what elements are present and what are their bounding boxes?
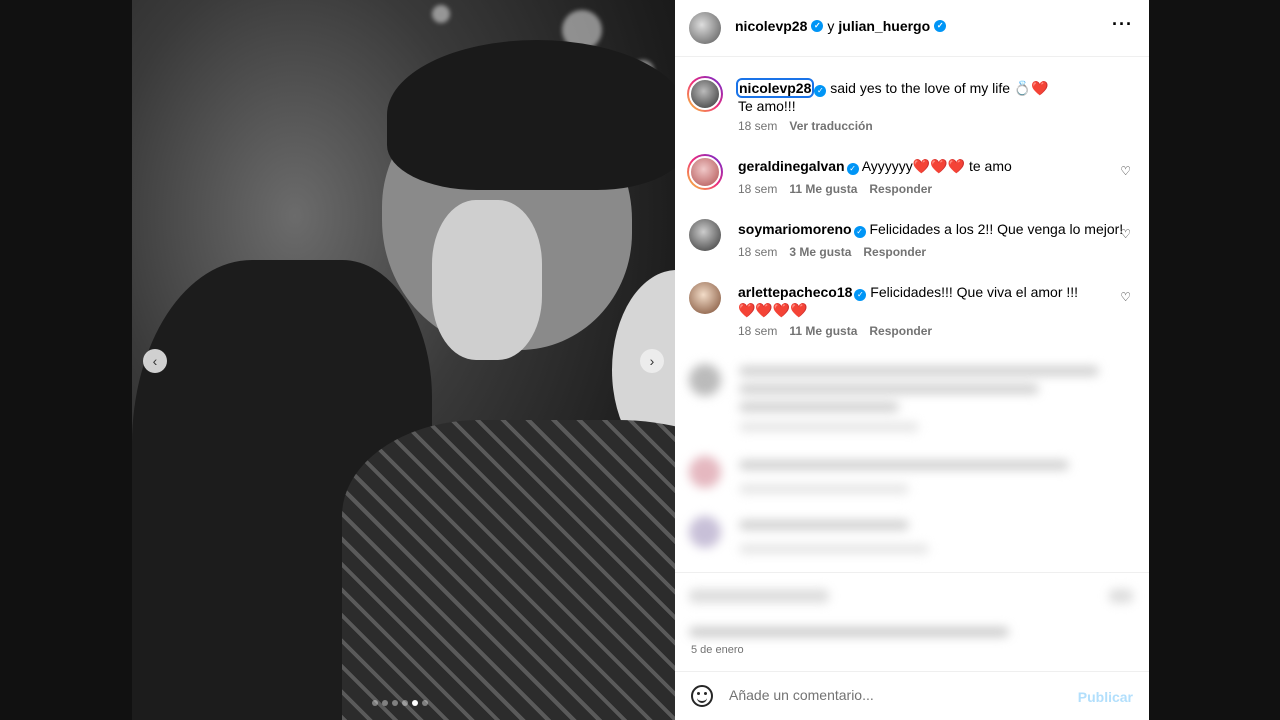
- carousel-dot: [402, 700, 408, 706]
- caption-meta: 18 sem Ver traducción: [738, 119, 873, 133]
- heart-icon[interactable]: ♡: [1120, 227, 1131, 241]
- coauthor-username[interactable]: julian_huergo: [838, 18, 930, 34]
- blurred-line: [739, 484, 909, 494]
- carousel-dot-active: [412, 700, 418, 706]
- blurred-line: [739, 366, 1099, 376]
- comment-body: Felicidades!!! Que viva el amor !!!: [866, 284, 1079, 300]
- blurred-comment: [689, 512, 1129, 562]
- woman-hand: [432, 200, 542, 360]
- heart-icon[interactable]: ♡: [1120, 164, 1131, 178]
- comment-time[interactable]: 18 sem: [738, 245, 777, 259]
- blurred-line: [689, 589, 829, 603]
- carousel-dot: [382, 700, 388, 706]
- verified-icon: ✓: [811, 20, 824, 32]
- blurred-comment: [689, 452, 1129, 502]
- caption-text: nicolevp28 ✓ said yes to the love of my l…: [735, 78, 1128, 115]
- avatar[interactable]: [689, 219, 721, 251]
- caption-body: said yes to the love of my life 💍❤️: [826, 80, 1049, 96]
- blurred-line: [739, 460, 1069, 470]
- next-photo-button[interactable]: ›: [640, 349, 664, 373]
- carousel-dots: [372, 700, 428, 706]
- reply-button[interactable]: Responder: [863, 245, 926, 259]
- comment-time[interactable]: 18 sem: [738, 324, 777, 338]
- man-hair: [387, 40, 675, 190]
- caption-username[interactable]: nicolevp28: [735, 78, 815, 98]
- comments-panel: nicolevp28 ✓ y julian_huergo ✓ ··· nicol…: [675, 0, 1149, 720]
- comment-likes[interactable]: 11 Me gusta: [789, 324, 857, 338]
- emoji-smile-icon[interactable]: [691, 685, 713, 707]
- post-photo[interactable]: [132, 0, 675, 720]
- comment-meta: 18 sem 3 Me gusta Responder: [738, 245, 926, 259]
- comment-text: geraldinegalvan ✓ Ayyyyyy❤️❤️❤️ te amo: [738, 157, 1128, 175]
- woman-sweater: [342, 420, 675, 720]
- comment-input[interactable]: [729, 687, 1069, 703]
- blurred-avatar: [689, 364, 721, 396]
- translate-link[interactable]: Ver traducción: [789, 119, 872, 133]
- avatar-image: [689, 78, 721, 110]
- comment-item: soymariomoreno ✓ Felicidades a los 2!! Qu…: [687, 217, 1137, 263]
- avatar-image: [689, 156, 721, 188]
- stage: ‹ › nicolevp28 ✓ y julian_huergo ✓ ··· n…: [0, 0, 1280, 720]
- post-date[interactable]: 5 de enero: [691, 644, 744, 656]
- comment-item: arlettepacheco18 ✓ Felicidades!!! Que viv…: [687, 280, 1137, 342]
- chevron-right-icon: ›: [649, 353, 655, 369]
- carousel-dot: [372, 700, 378, 706]
- blurred-comment: [689, 360, 1129, 440]
- comment-meta: 18 sem 11 Me gusta Responder: [738, 182, 932, 196]
- blurred-avatar: [689, 516, 721, 548]
- caption-time[interactable]: 18 sem: [738, 119, 777, 133]
- blurred-line: [689, 627, 1009, 637]
- comment-likes[interactable]: 11 Me gusta: [789, 182, 857, 196]
- post-actions: [675, 572, 1149, 670]
- blurred-actions: [689, 583, 1133, 643]
- carousel-dot: [392, 700, 398, 706]
- publish-button[interactable]: Publicar: [1078, 689, 1133, 705]
- comment-body: Ayyyyyy❤️❤️❤️ te amo: [858, 158, 1012, 174]
- verified-icon: ✓: [814, 85, 827, 97]
- reply-button[interactable]: Responder: [869, 324, 932, 338]
- avatar[interactable]: [689, 282, 721, 314]
- verified-icon: ✓: [854, 289, 867, 301]
- comment-body: Felicidades a los 2!! Que venga lo mejor…: [865, 221, 1124, 237]
- chevron-left-icon: ‹: [152, 353, 158, 369]
- avatar[interactable]: [689, 12, 721, 44]
- avatar[interactable]: [687, 154, 723, 190]
- comment-meta: 18 sem 11 Me gusta Responder: [738, 324, 932, 338]
- author-username[interactable]: nicolevp28: [735, 18, 807, 34]
- post-authors: nicolevp28 ✓ y julian_huergo ✓: [735, 18, 947, 34]
- prev-photo-button[interactable]: ‹: [143, 349, 167, 373]
- heart-icon[interactable]: ♡: [1120, 290, 1131, 304]
- verified-icon: ✓: [934, 20, 947, 32]
- comment-time[interactable]: 18 sem: [738, 182, 777, 196]
- post-header: nicolevp28 ✓ y julian_huergo ✓ ···: [675, 0, 1149, 57]
- comment-username[interactable]: geraldinegalvan: [738, 158, 845, 174]
- more-horizontal-icon[interactable]: ···: [1112, 14, 1133, 35]
- blurred-line: [739, 422, 919, 432]
- verified-icon: ✓: [846, 163, 859, 175]
- blurred-line: [739, 384, 1039, 394]
- comment-item: geraldinegalvan ✓ Ayyyyyy❤️❤️❤️ te amo 18…: [687, 154, 1137, 200]
- bokeh-light: [432, 5, 450, 23]
- blurred-line: [739, 544, 929, 554]
- blurred-line: [1109, 589, 1133, 603]
- verified-icon: ✓: [853, 226, 866, 238]
- add-comment-bar: Publicar: [675, 671, 1149, 720]
- blurred-line: [739, 520, 909, 530]
- comment-username[interactable]: arlettepacheco18: [738, 284, 852, 300]
- comment-username[interactable]: soymariomoreno: [738, 221, 852, 237]
- post-caption: nicolevp28 ✓ said yes to the love of my l…: [687, 76, 1137, 136]
- comment-line2: ❤️❤️❤️❤️: [738, 302, 808, 318]
- caption-line2: Te amo!!!: [738, 98, 796, 114]
- blurred-avatar: [689, 456, 721, 488]
- author-connector: y: [827, 18, 835, 34]
- carousel-dot: [422, 700, 428, 706]
- blurred-line: [739, 402, 899, 412]
- reply-button[interactable]: Responder: [869, 182, 932, 196]
- comment-text: soymariomoreno ✓ Felicidades a los 2!! Qu…: [738, 220, 1128, 238]
- comment-text: arlettepacheco18 ✓ Felicidades!!! Que viv…: [738, 283, 1128, 319]
- avatar[interactable]: [687, 76, 723, 112]
- comment-likes[interactable]: 3 Me gusta: [789, 245, 851, 259]
